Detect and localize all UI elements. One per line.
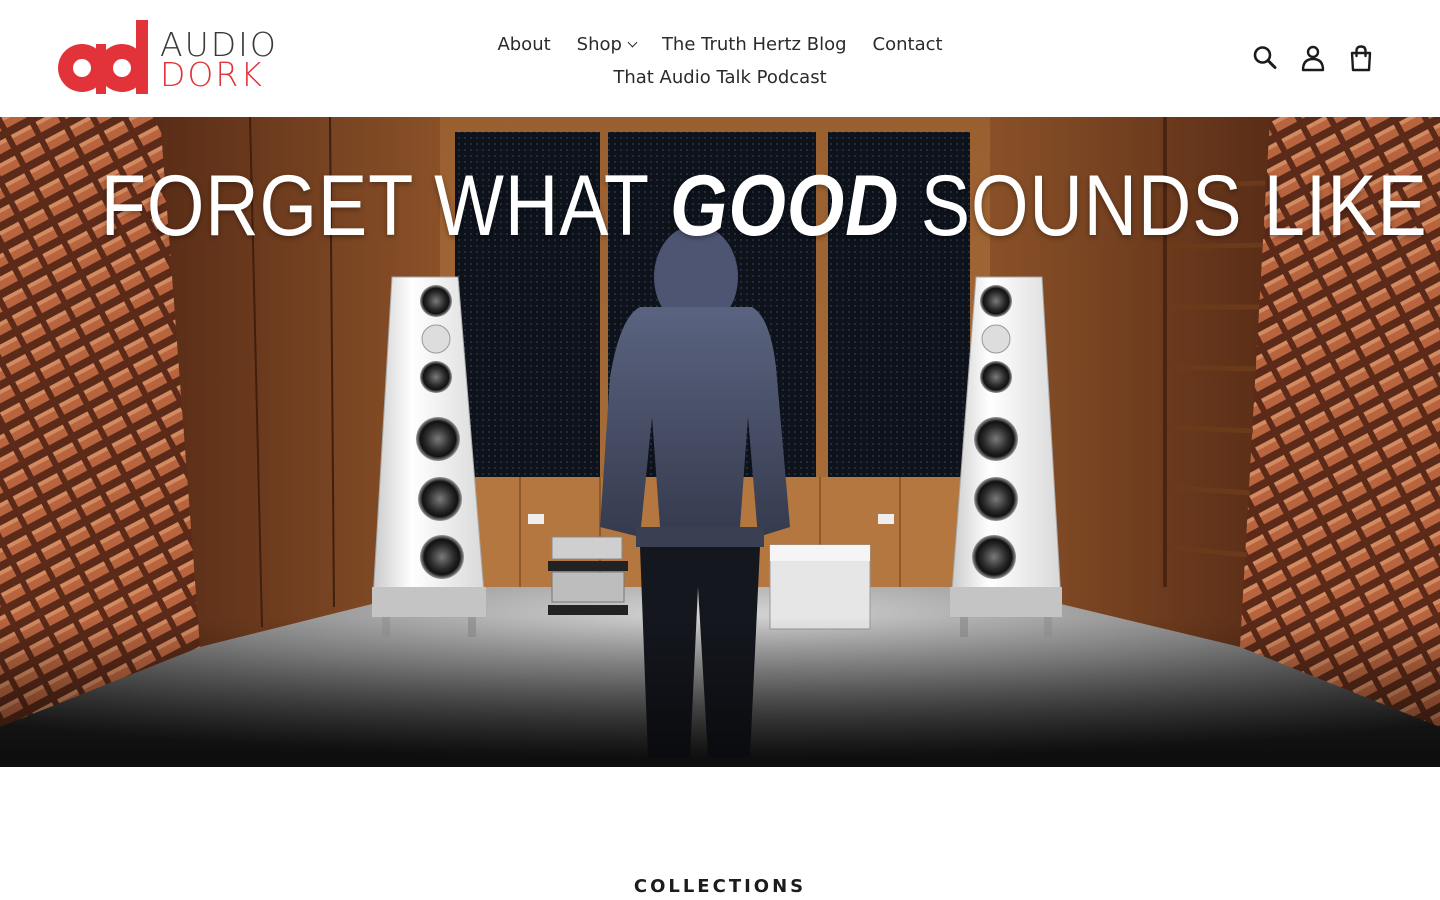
brand-logo[interactable]: AUDIO DORK	[54, 20, 314, 98]
hero-headline: FORGET WHAT GOOD SOUNDS LIKE	[100, 157, 1427, 256]
nav-podcast[interactable]: That Audio Talk Podcast	[613, 61, 826, 94]
brand-word-dork: DORK	[160, 55, 264, 94]
hero-headline-emphasis: GOOD	[669, 158, 900, 254]
collections-heading: COLLECTIONS	[633, 876, 807, 897]
cart-icon[interactable]	[1348, 44, 1374, 72]
search-icon[interactable]	[1252, 44, 1278, 72]
hero-headline-before: FORGET WHAT	[100, 158, 670, 254]
hero-banner[interactable]: FORGET WHAT GOOD SOUNDS LIKE	[0, 117, 1440, 767]
chevron-down-icon	[627, 37, 638, 48]
nav-about[interactable]: About	[497, 28, 550, 61]
nav-shop[interactable]: Shop	[576, 28, 638, 61]
header-actions	[1252, 44, 1374, 72]
main-nav: About Shop The Truth Hertz Blog Contact …	[470, 28, 970, 94]
site-header: AUDIO DORK About Shop The Truth Hertz Bl…	[0, 0, 1440, 117]
hero-headline-after: SOUNDS LIKE	[899, 158, 1428, 254]
account-icon[interactable]	[1300, 44, 1326, 72]
nav-contact[interactable]: Contact	[873, 28, 943, 61]
ad-logo-mark-icon	[58, 20, 148, 94]
nav-shop-label: Shop	[576, 34, 622, 55]
nav-blog[interactable]: The Truth Hertz Blog	[662, 28, 847, 61]
